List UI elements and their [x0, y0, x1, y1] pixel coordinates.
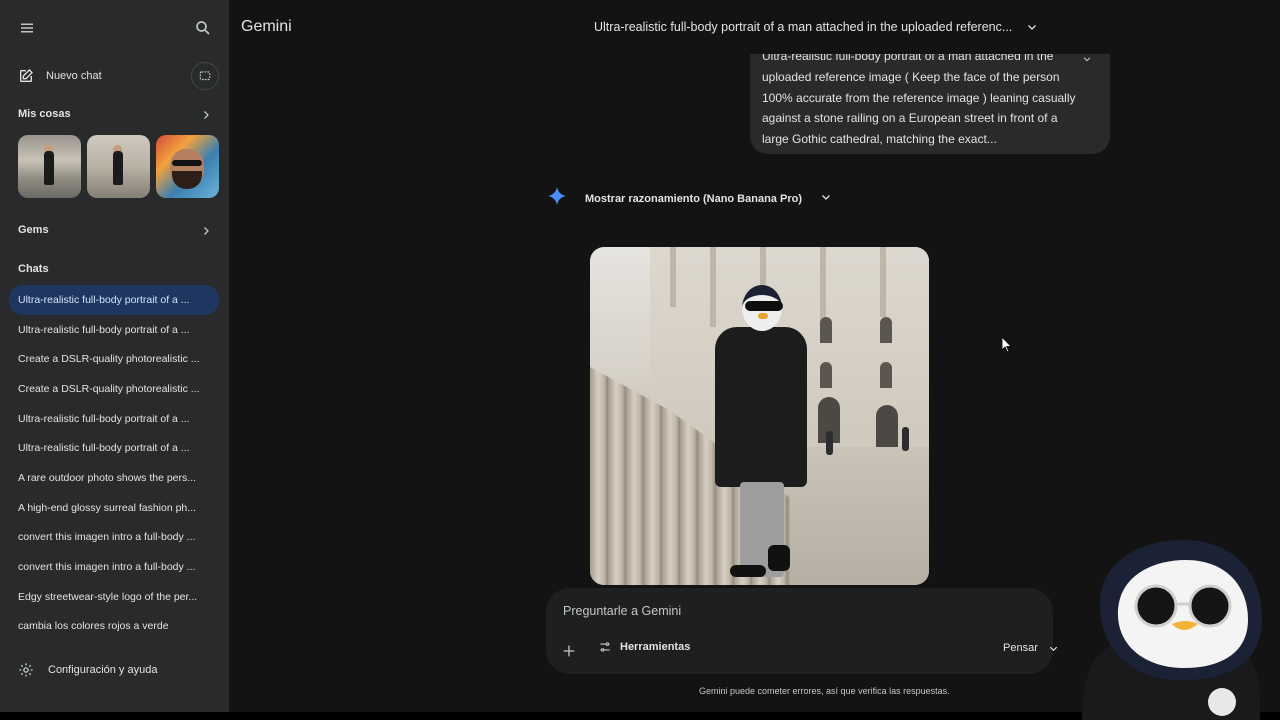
chevron-right-icon[interactable]: [200, 109, 212, 121]
prompt-composer: Preguntarle a Gemini Herramientas Pensar: [546, 588, 1057, 674]
my-stuff-heading[interactable]: Mis cosas: [18, 108, 71, 120]
app-brand[interactable]: Gemini: [241, 18, 292, 36]
chevron-down-icon[interactable]: [1082, 54, 1092, 64]
chat-history-item[interactable]: convert this imagen intro a full-body ..…: [9, 523, 219, 553]
menu-icon[interactable]: [13, 14, 41, 42]
chat-list: Ultra-realistic full-body portrait of a …: [9, 285, 219, 641]
settings-help-button[interactable]: Configuración y ayuda: [18, 662, 157, 678]
chat-history-item[interactable]: Ultra-realistic full-body portrait of a …: [9, 433, 219, 463]
prompt-input[interactable]: Preguntarle a Gemini: [563, 604, 681, 618]
chevron-down-icon: [1028, 25, 1037, 30]
gemini-spark-icon: [547, 186, 567, 211]
settings-label: Configuración y ayuda: [48, 664, 158, 676]
thumbnail-image[interactable]: [18, 135, 81, 198]
gear-icon: [19, 663, 33, 677]
generated-image[interactable]: [590, 247, 929, 585]
my-stuff-thumbnails: [18, 135, 219, 198]
tools-button[interactable]: Herramientas: [598, 640, 690, 654]
tools-sliders-icon: [600, 642, 610, 652]
penguin-mascot-overlay: [1082, 540, 1262, 720]
user-message-text: Ultra-realistic full-body portrait of a …: [762, 54, 1076, 147]
disclaimer-text: Gemini puede cometer errores, así que ve…: [699, 686, 950, 696]
conversation-title-text: Ultra-realistic full-body portrait of a …: [594, 20, 1013, 34]
temporary-chat-icon: [199, 71, 211, 81]
user-message-bubble: Ultra-realistic full-body portrait of a …: [750, 54, 1110, 154]
chat-history-item[interactable]: Create a DSLR-quality photorealistic ...: [9, 374, 219, 404]
chevron-down-icon: [820, 190, 832, 208]
new-chat-label: Nuevo chat: [46, 70, 102, 82]
chat-history-item[interactable]: Ultra-realistic full-body portrait of a …: [9, 315, 219, 345]
new-chat-button[interactable]: Nuevo chat: [18, 62, 102, 90]
chat-history-item[interactable]: Ultra-realistic full-body portrait of a …: [9, 285, 219, 315]
chat-history-item[interactable]: Edgy streetwear-style logo of the per...: [9, 582, 219, 612]
show-reasoning-label: Mostrar razonamiento (Nano Banana Pro): [585, 192, 802, 205]
show-reasoning-toggle[interactable]: Mostrar razonamiento (Nano Banana Pro): [547, 186, 832, 211]
chat-history-item[interactable]: Create a DSLR-quality photorealistic ...: [9, 344, 219, 374]
add-attachment-button[interactable]: [558, 640, 580, 662]
chevron-down-icon: [1049, 646, 1057, 651]
chat-history-item[interactable]: A high-end glossy surreal fashion ph...: [9, 493, 219, 523]
chat-history-item[interactable]: Ultra-realistic full-body portrait of a …: [9, 404, 219, 434]
conversation-title[interactable]: Ultra-realistic full-body portrait of a …: [594, 20, 1038, 34]
chat-history-item[interactable]: A rare outdoor photo shows the pers...: [9, 463, 219, 493]
sidebar: Nuevo chat Mis cosas Gems Chats Ultra-re…: [0, 0, 229, 712]
temporary-chat-button[interactable]: [191, 62, 219, 90]
model-mode-label: Pensar: [1003, 642, 1038, 654]
tools-label: Herramientas: [620, 641, 691, 653]
chats-heading: Chats: [18, 263, 49, 275]
chat-history-item[interactable]: cambia los colores rojos a verde: [9, 612, 219, 642]
chevron-right-icon[interactable]: [200, 225, 212, 237]
thumbnail-image[interactable]: [156, 135, 219, 198]
model-mode-selector[interactable]: Pensar: [1003, 642, 1059, 654]
chat-history-item[interactable]: convert this imagen intro a full-body ..…: [9, 552, 219, 582]
gems-heading[interactable]: Gems: [18, 224, 49, 236]
thumbnail-image[interactable]: [87, 135, 150, 198]
search-icon[interactable]: [189, 14, 217, 42]
edit-icon: [20, 69, 33, 82]
mouse-cursor-icon: [1002, 337, 1012, 353]
plus-icon: [563, 645, 575, 657]
